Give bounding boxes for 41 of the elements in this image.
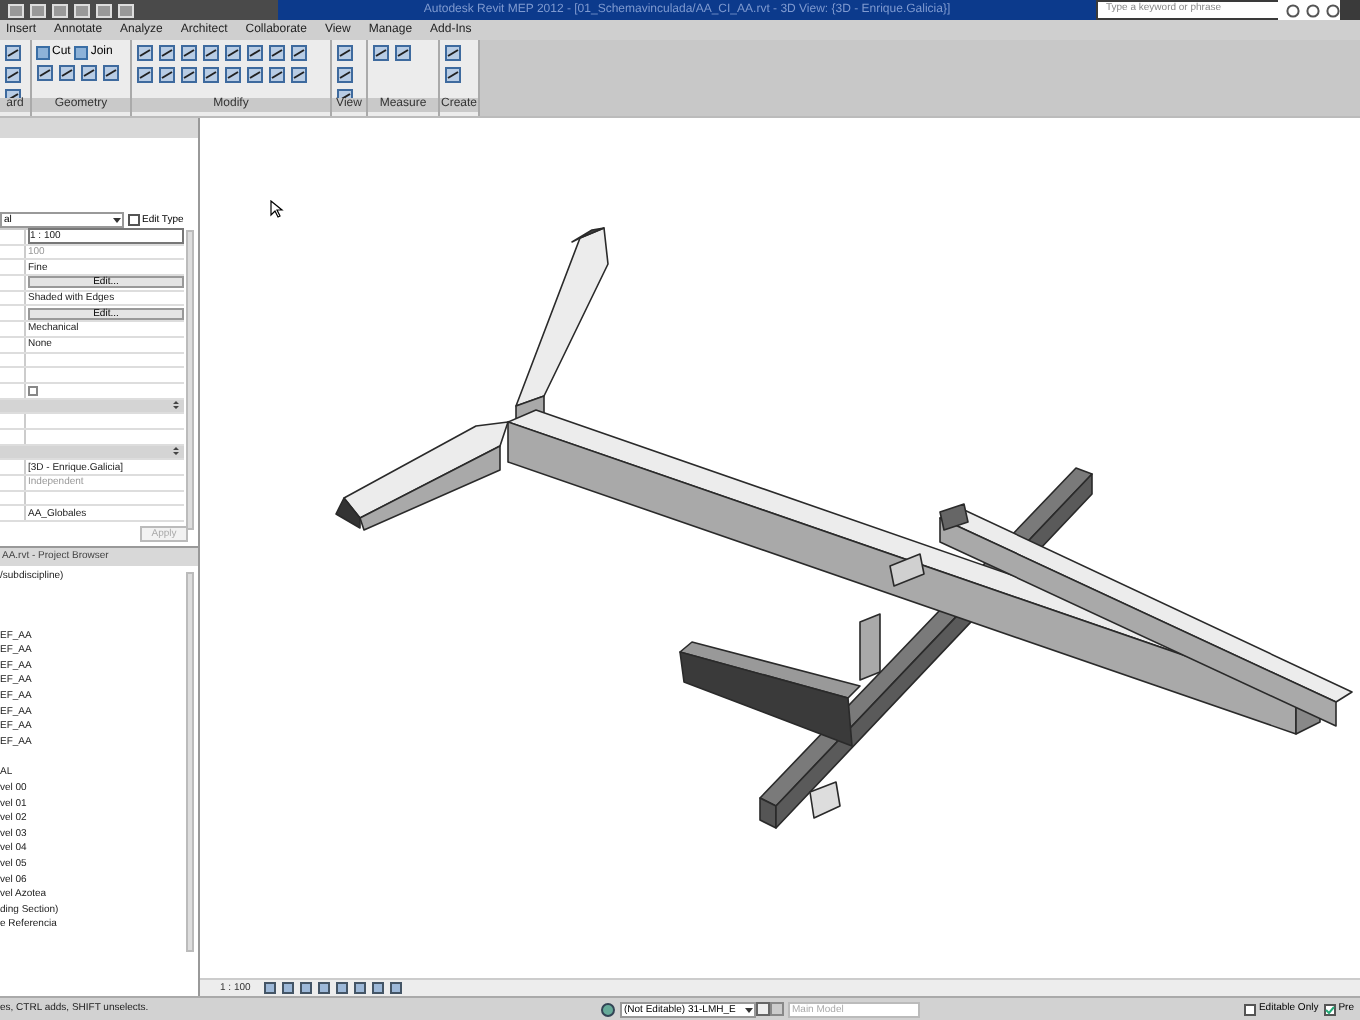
scrollbar[interactable] [186, 572, 194, 952]
worksets-icon[interactable] [600, 1001, 616, 1017]
tool-icon[interactable] [180, 66, 198, 84]
tool-icon[interactable] [336, 44, 354, 62]
tool-icon[interactable] [58, 64, 76, 82]
tool-icon[interactable] [224, 66, 242, 84]
tool-icon[interactable] [246, 44, 264, 62]
tool-icon[interactable] [4, 66, 22, 84]
caret-icon[interactable] [112, 213, 122, 225]
checkbox[interactable] [28, 385, 38, 396]
tool-icon[interactable] [444, 44, 462, 62]
tool-icon[interactable] [372, 44, 390, 62]
tool-icon[interactable] [202, 44, 220, 62]
scrollbar[interactable] [186, 230, 194, 530]
search-icon[interactable] [1326, 3, 1340, 17]
tool-icon[interactable] [136, 44, 154, 62]
caret-icon[interactable] [744, 1003, 754, 1015]
collapse-icon[interactable] [172, 400, 180, 411]
tool-icon[interactable] [4, 44, 22, 62]
collapse-icon[interactable] [172, 446, 180, 457]
edit-type-icon[interactable] [128, 213, 140, 225]
tool-icon[interactable] [268, 66, 286, 84]
tool-icon[interactable] [290, 44, 308, 62]
tool-icon[interactable] [158, 66, 176, 84]
tool-icon[interactable] [268, 44, 286, 62]
press-drag-checkbox[interactable] [1324, 1003, 1337, 1015]
tool-icon[interactable] [102, 64, 120, 82]
tool-icon[interactable] [136, 66, 154, 84]
tool-icon[interactable] [246, 66, 264, 84]
tool-icon[interactable] [290, 66, 308, 84]
tool-icon[interactable] [36, 64, 54, 82]
cursor-icon [270, 200, 284, 218]
tool-icon[interactable] [158, 44, 176, 62]
tool-icon[interactable] [180, 44, 198, 62]
tool-icon[interactable] [224, 44, 242, 62]
tool-icon[interactable] [80, 64, 98, 82]
tool-icon[interactable] [394, 44, 412, 62]
tool-icon[interactable] [444, 66, 462, 84]
tool-icon[interactable] [336, 66, 354, 84]
editable-only-checkbox[interactable] [1244, 1003, 1257, 1015]
tool-icon[interactable] [202, 66, 220, 84]
